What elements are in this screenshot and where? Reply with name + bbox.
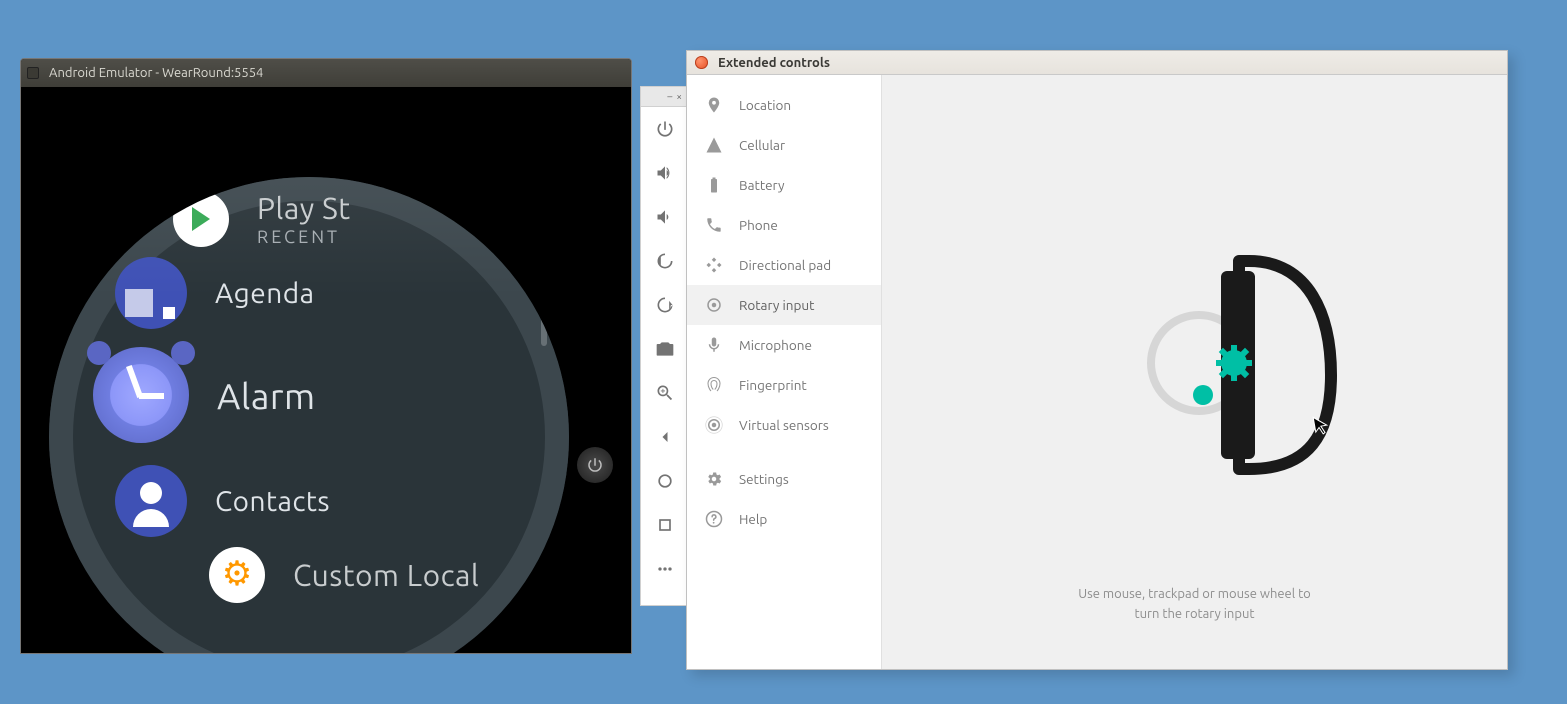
nav-label: Microphone (739, 337, 812, 353)
volume-down-icon[interactable] (641, 195, 688, 239)
app-list[interactable]: Play St RECENT Agenda Alarm (129, 191, 549, 613)
nav-label: Phone (739, 217, 778, 233)
extended-sidebar: Location Cellular Battery Phone Directional … (687, 75, 882, 669)
contacts-icon (115, 465, 187, 537)
minimize-icon[interactable]: – (667, 91, 672, 102)
volume-up-icon[interactable] (641, 151, 688, 195)
rotary-input-panel: Use mouse, trackpad or mouse wheel to tu… (882, 75, 1507, 669)
nav-item-phone[interactable]: Phone (687, 205, 881, 245)
rotary-watch-illustration[interactable] (1099, 255, 1339, 495)
mic-icon (705, 336, 723, 354)
emulator-side-toolbar: – × (640, 86, 687, 606)
emulator-window: Android Emulator - WearRound:5554 Play S… (20, 58, 632, 654)
app-title: Alarm (217, 375, 316, 416)
nav-item-settings[interactable]: Settings (687, 459, 881, 499)
extended-titlebar[interactable]: Extended controls (687, 51, 1507, 75)
help-icon (705, 510, 723, 528)
rotary-icon (705, 296, 723, 314)
nav-item-sensors[interactable]: Virtual sensors (687, 405, 881, 445)
nav-item-dpad[interactable]: Directional pad (687, 245, 881, 285)
nav-item-fingerprint[interactable]: Fingerprint (687, 365, 881, 405)
nav-label: Rotary input (739, 297, 814, 313)
play-store-icon (173, 191, 229, 247)
back-icon[interactable] (641, 415, 688, 459)
close-window-icon[interactable] (695, 56, 708, 69)
camera-icon[interactable] (641, 327, 688, 371)
app-title: Contacts (215, 486, 330, 517)
extended-title: Extended controls (718, 56, 830, 70)
custom-locale-icon (209, 547, 265, 603)
rotate-right-icon[interactable] (641, 283, 688, 327)
overview-icon[interactable] (641, 459, 688, 503)
alarm-icon (93, 347, 189, 443)
nav-item-help[interactable]: Help (687, 499, 881, 539)
cellular-icon (705, 136, 723, 154)
rotate-left-icon[interactable] (641, 239, 688, 283)
emulator-title: Android Emulator - WearRound:5554 (49, 66, 263, 80)
rotary-hint-text: Use mouse, trackpad or mouse wheel to tu… (882, 585, 1507, 624)
nav-item-rotary[interactable]: Rotary input (687, 285, 881, 325)
nav-item-location[interactable]: Location (687, 85, 881, 125)
nav-label: Battery (739, 177, 784, 193)
nav-item-mic[interactable]: Microphone (687, 325, 881, 365)
nav-item-battery[interactable]: Battery (687, 165, 881, 205)
fingerprint-icon (705, 376, 723, 394)
app-subtitle: RECENT (257, 227, 351, 247)
app-row-contacts[interactable]: Contacts (115, 465, 549, 537)
more-icon[interactable] (641, 547, 688, 591)
nav-label: Fingerprint (739, 377, 807, 393)
toolbar-window-controls[interactable]: – × (641, 87, 686, 107)
location-icon (705, 96, 723, 114)
nav-label: Help (739, 511, 767, 527)
phone-icon (705, 216, 723, 234)
power-button[interactable] (577, 447, 613, 483)
app-title: Play St (257, 191, 351, 225)
nav-label: Location (739, 97, 791, 113)
nav-label: Virtual sensors (739, 417, 829, 433)
emulator-screen: Play St RECENT Agenda Alarm (21, 87, 631, 653)
nav-label: Settings (739, 471, 789, 487)
extended-controls-window: Extended controls Location Cellular Batter… (686, 50, 1508, 670)
app-row-play-store[interactable]: Play St RECENT (129, 191, 549, 247)
app-title: Custom Local (293, 558, 479, 592)
app-row-agenda[interactable]: Agenda (115, 257, 549, 329)
nav-label: Cellular (739, 137, 785, 153)
agenda-icon (115, 257, 187, 329)
settings-icon (705, 470, 723, 488)
watch-face[interactable]: Play St RECENT Agenda Alarm (49, 177, 569, 654)
zoom-icon[interactable] (641, 371, 688, 415)
emulator-titlebar[interactable]: Android Emulator - WearRound:5554 (21, 59, 631, 87)
battery-icon (705, 176, 723, 194)
app-row-alarm[interactable]: Alarm (93, 347, 549, 443)
nav-item-cellular[interactable]: Cellular (687, 125, 881, 165)
app-row-custom-locale[interactable]: Custom Local (165, 547, 549, 603)
nav-label: Directional pad (739, 257, 831, 273)
power-icon[interactable] (641, 107, 688, 151)
crop-icon[interactable] (641, 503, 688, 547)
window-control-icon[interactable] (27, 67, 39, 79)
dpad-icon (705, 256, 723, 274)
sensors-icon (705, 416, 723, 434)
app-title: Agenda (215, 278, 315, 309)
close-icon[interactable]: × (676, 91, 682, 102)
